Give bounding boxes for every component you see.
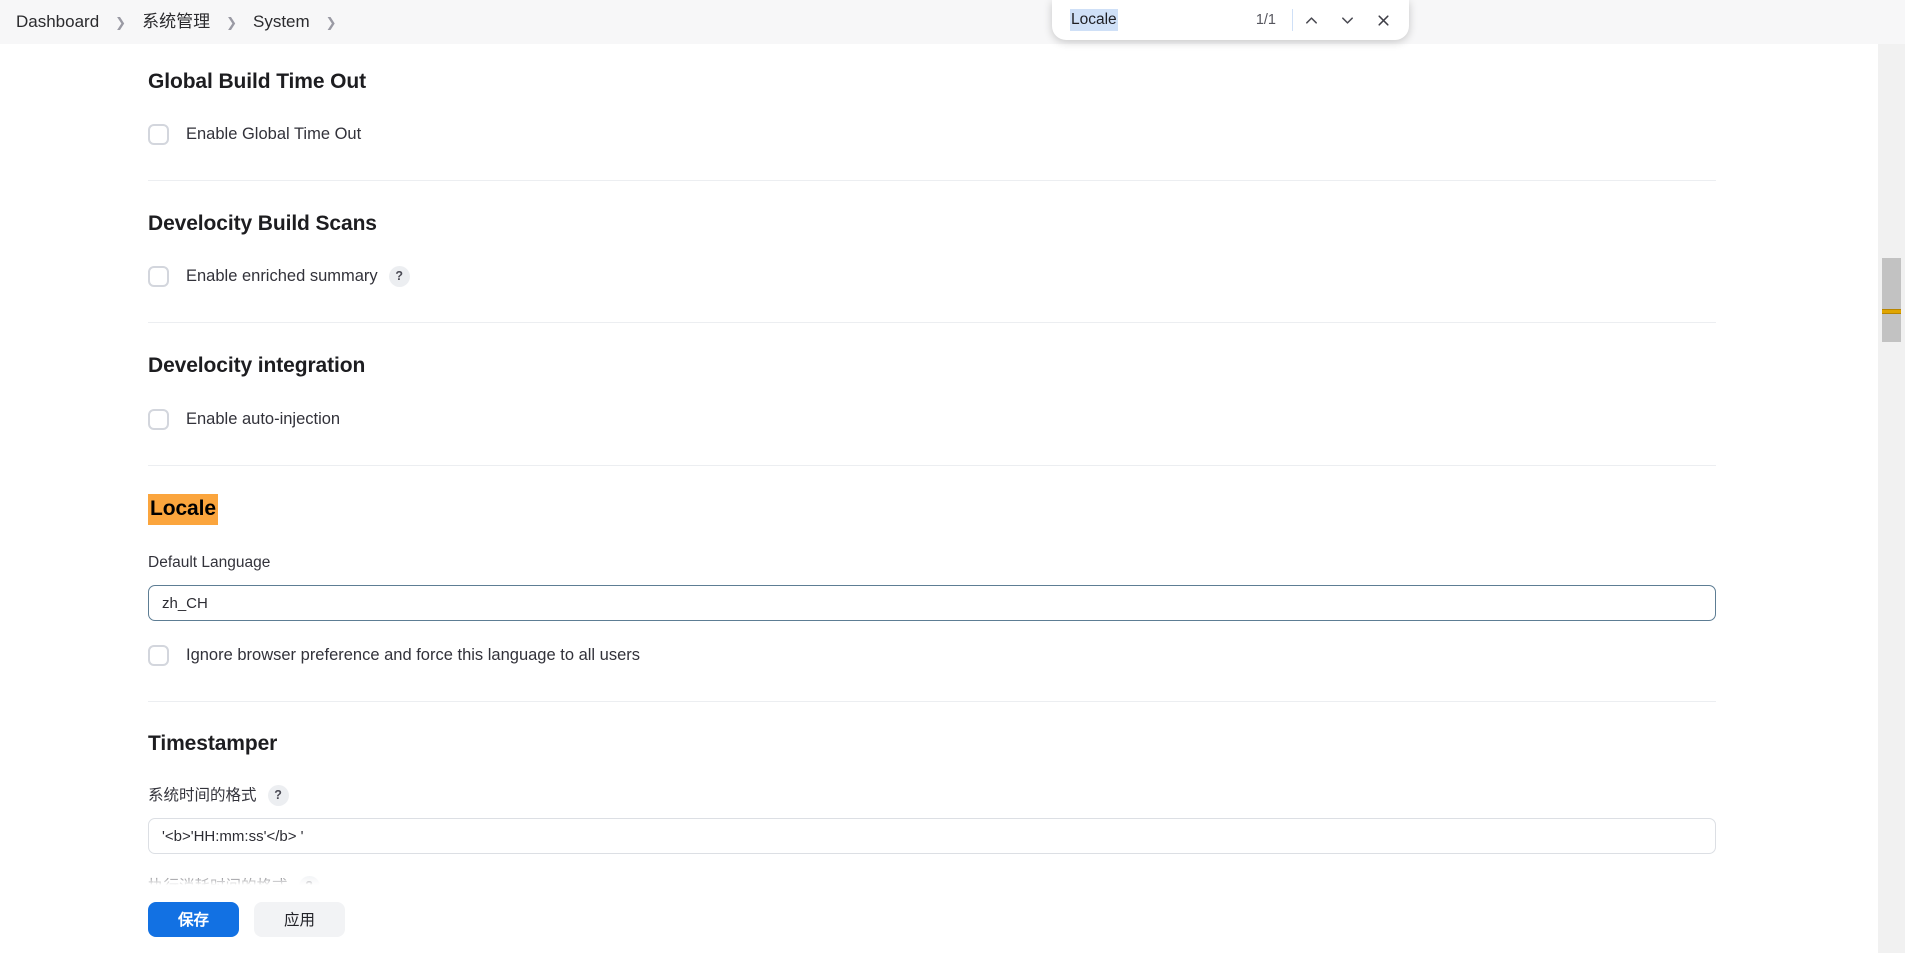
system-time-format-input[interactable]: '<b>'HH:mm:ss'</b> ' — [148, 818, 1716, 854]
checkbox-enable-auto-injection[interactable] — [148, 408, 169, 430]
default-language-input[interactable]: zh_CH — [148, 585, 1716, 621]
checkbox-row-enable-enriched-summary[interactable]: Enable enriched summary ? — [148, 264, 1878, 288]
scrollbar-thumb[interactable] — [1882, 258, 1901, 342]
find-input[interactable]: Locale — [1070, 9, 1118, 31]
checkbox-row-enable-global-time-out[interactable]: Enable Global Time Out — [148, 122, 1878, 146]
find-in-page-bar: Locale 1/1 — [1052, 0, 1409, 40]
chevron-right-icon — [105, 12, 136, 33]
breadcrumb-item-system-management[interactable]: 系统管理 — [136, 9, 216, 35]
save-button[interactable]: 保存 — [148, 901, 239, 937]
apply-button[interactable]: 应用 — [254, 901, 345, 937]
checkbox-enable-enriched-summary[interactable] — [148, 265, 169, 287]
breadcrumb: Dashboard 系统管理 System — [0, 0, 1905, 44]
section-title-locale: Locale — [148, 494, 218, 525]
checkbox-label-enable-auto-injection: Enable auto-injection — [186, 410, 341, 428]
find-close-button[interactable] — [1365, 2, 1401, 38]
breadcrumb-item-system[interactable]: System — [247, 9, 316, 35]
field-label-system-time-format: 系统时间的格式 ? — [148, 785, 1878, 806]
checkbox-label-force-language: Ignore browser preference and force this… — [186, 646, 641, 664]
field-label-default-language: Default Language — [148, 554, 271, 571]
chevron-right-icon — [216, 12, 247, 33]
checkbox-label-enable-global-time-out: Enable Global Time Out — [186, 125, 362, 143]
help-icon[interactable]: ? — [388, 265, 410, 287]
checkbox-enable-global-time-out[interactable] — [148, 123, 169, 145]
checkbox-row-enable-auto-injection[interactable]: Enable auto-injection — [148, 407, 1878, 431]
checkbox-force-language[interactable] — [148, 644, 169, 666]
section-title-develocity-build-scans: Develocity Build Scans — [148, 212, 377, 235]
find-match-count: 1/1 — [1255, 12, 1276, 28]
scrollbar-find-match-marker — [1882, 309, 1901, 314]
field-label-system-time-format-text: 系统时间的格式 — [148, 787, 257, 804]
section-title-global-build-time-out: Global Build Time Out — [148, 70, 367, 93]
find-next-button[interactable] — [1329, 2, 1365, 38]
find-previous-button[interactable] — [1293, 2, 1329, 38]
chevron-right-icon — [316, 12, 347, 33]
section-title-develocity-integration: Develocity integration — [148, 354, 366, 377]
form-action-bar: 保存 应用 — [0, 885, 1878, 953]
system-config-form: Global Build Time Out Enable Global Time… — [0, 44, 1878, 953]
breadcrumb-item-dashboard[interactable]: Dashboard — [10, 9, 105, 35]
checkbox-label-enable-enriched-summary: Enable enriched summary — [186, 267, 378, 285]
checkbox-row-force-language[interactable]: Ignore browser preference and force this… — [148, 643, 1878, 667]
vertical-scrollbar[interactable] — [1878, 44, 1905, 953]
help-icon[interactable]: ? — [267, 785, 289, 806]
section-title-timestamper: Timestamper — [148, 732, 278, 755]
content-fade-overlay — [148, 871, 448, 885]
